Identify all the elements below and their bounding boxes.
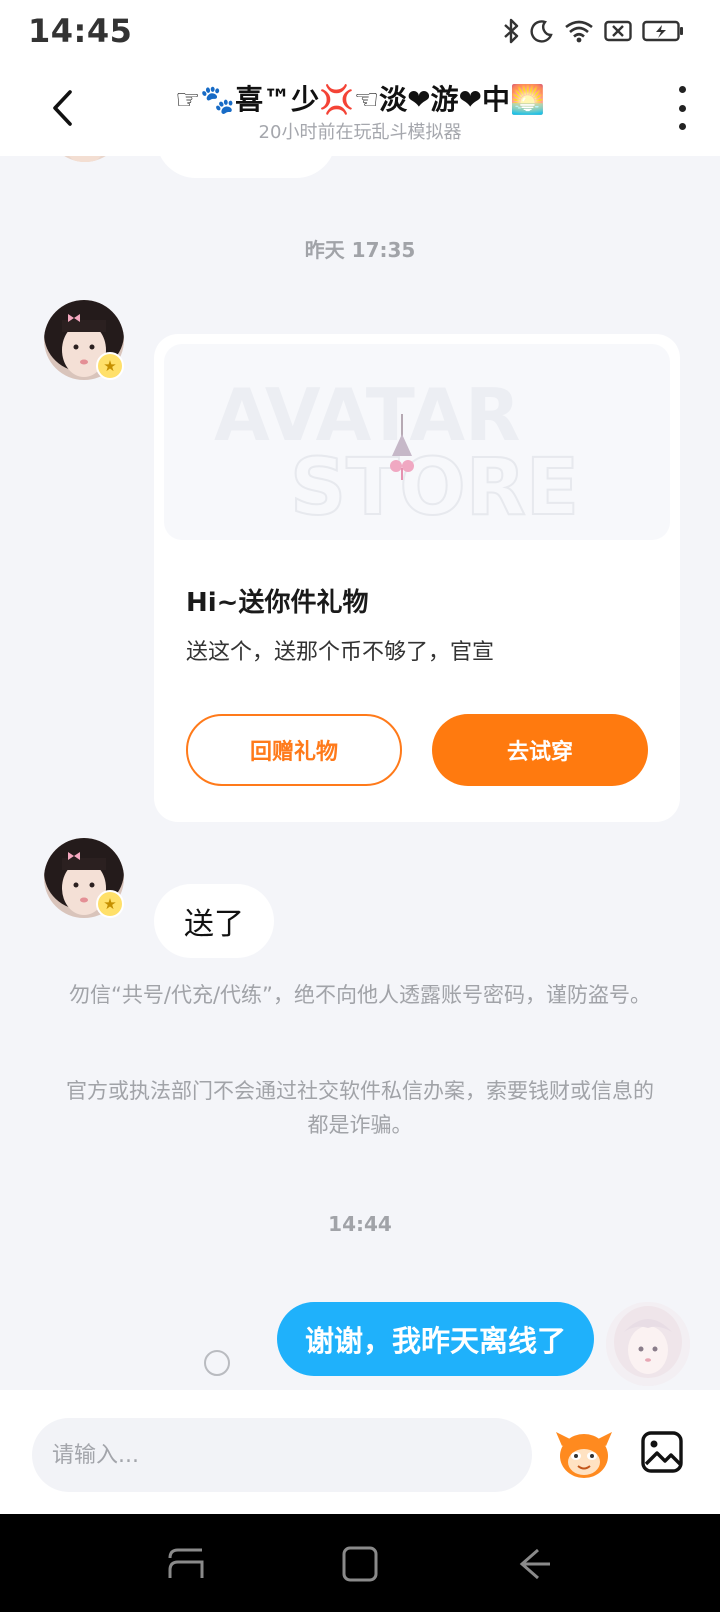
- more-options-button[interactable]: [670, 86, 694, 130]
- send-status-icon: [204, 1350, 230, 1376]
- emoji-button[interactable]: [554, 1426, 614, 1482]
- message-input[interactable]: [32, 1418, 532, 1492]
- bluetooth-icon: [502, 18, 520, 44]
- more-dot: [678, 104, 686, 112]
- status-time: 14:45: [28, 12, 133, 50]
- moon-icon: [530, 19, 554, 43]
- message-bubble-received[interactable]: 送了: [154, 884, 274, 958]
- sim-off-icon: [604, 20, 632, 42]
- level-badge-icon: ★: [96, 890, 124, 918]
- recents-icon: [168, 1548, 204, 1578]
- chat-title: ☞🐾喜™少💢☜淡❤游❤中🌅: [175, 83, 545, 116]
- message-bubble-received[interactable]: [156, 156, 336, 178]
- nav-back-button[interactable]: [514, 1544, 554, 1584]
- gift-card[interactable]: AVATAR STORE Hi~送你件礼物 送这个，送那个币不够了，官宣 回赠礼…: [154, 334, 680, 822]
- image-icon: [641, 1431, 683, 1473]
- online-status: 20小时前在玩乱斗模拟器: [258, 122, 462, 143]
- battery-charging-icon: [642, 20, 684, 42]
- chat-area[interactable]: 昨天 17:35 ★ AVATAR STORE Hi~送你件礼物 送这个，送那个…: [0, 156, 720, 1390]
- home-icon: [342, 1546, 378, 1582]
- home-button[interactable]: [340, 1544, 380, 1584]
- safety-notice: 勿信“共号/代充/代练”，绝不向他人透露账号密码，谨防盗号。: [69, 983, 651, 1007]
- level-badge-icon: ★: [96, 352, 124, 380]
- gift-card-image: AVATAR STORE: [164, 344, 670, 540]
- try-on-button[interactable]: 去试穿: [432, 714, 648, 786]
- my-avatar[interactable]: [606, 1302, 690, 1386]
- system-nav-bar: [0, 1514, 720, 1612]
- input-bar: [0, 1390, 720, 1514]
- emoji-mascot-icon: [556, 1432, 612, 1478]
- recents-button[interactable]: [166, 1544, 206, 1584]
- image-button[interactable]: [640, 1430, 684, 1474]
- back-button[interactable]: [40, 84, 84, 132]
- more-dot: [678, 86, 686, 93]
- message-timestamp: 昨天 17:35: [304, 238, 416, 262]
- back-icon: [519, 1548, 550, 1580]
- contact-avatar-wrapper[interactable]: ★: [44, 300, 124, 380]
- contact-avatar[interactable]: [46, 156, 124, 162]
- gift-card-title: Hi~送你件礼物: [186, 588, 369, 618]
- return-gift-button[interactable]: 回赠礼物: [186, 714, 402, 786]
- contact-avatar-wrapper[interactable]: ★: [44, 838, 124, 918]
- status-icons: [502, 16, 684, 46]
- top-bar: 14:45 ☞🐾喜™少💢☜淡❤游❤中🌅 20小时前在玩乱斗模拟器: [0, 0, 720, 156]
- wifi-icon: [564, 19, 594, 43]
- gift-image-text-2: STORE: [290, 443, 579, 533]
- fraud-notice: 官方或执法部门不会通过社交软件私信办案，索要钱财或信息的都是诈骗。: [66, 1079, 654, 1137]
- message-bubble-sent[interactable]: 谢谢，我昨天离线了: [276, 1302, 594, 1376]
- gift-card-description: 送这个，送那个币不够了，官宣: [186, 640, 495, 665]
- more-dot: [678, 123, 686, 130]
- message-timestamp: 14:44: [328, 1212, 392, 1236]
- chevron-left-icon: [53, 90, 72, 126]
